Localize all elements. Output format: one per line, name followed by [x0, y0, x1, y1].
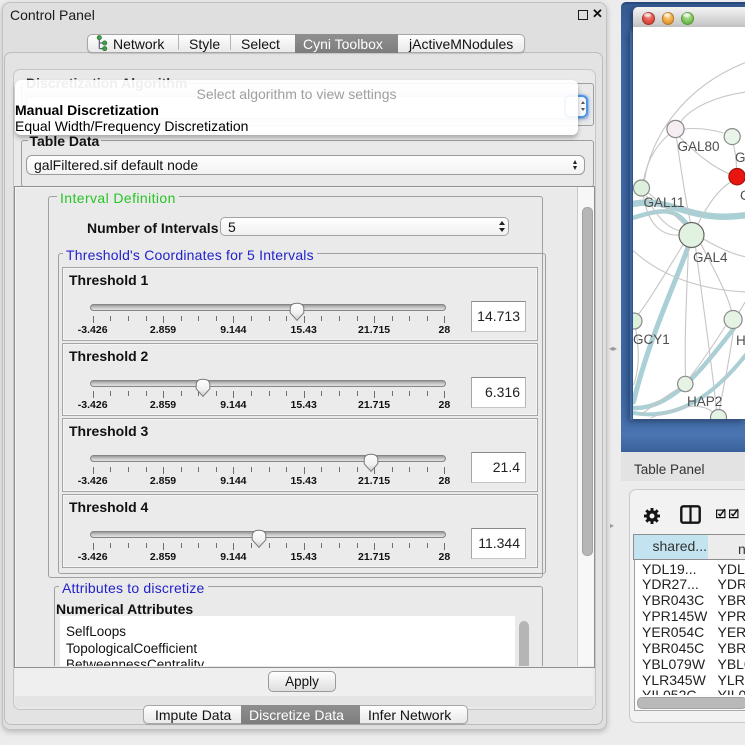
svg-text:C: C — [740, 188, 745, 203]
svg-text:GAL4: GAL4 — [693, 250, 728, 265]
svg-text:H: H — [736, 333, 745, 348]
svg-text:HAP2: HAP2 — [687, 394, 722, 409]
svg-text:GCY1: GCY1 — [633, 332, 670, 347]
svg-text:G.: G. — [735, 150, 745, 165]
svg-text:GAL11: GAL11 — [643, 195, 684, 210]
svg-text:GAL80: GAL80 — [677, 139, 719, 154]
